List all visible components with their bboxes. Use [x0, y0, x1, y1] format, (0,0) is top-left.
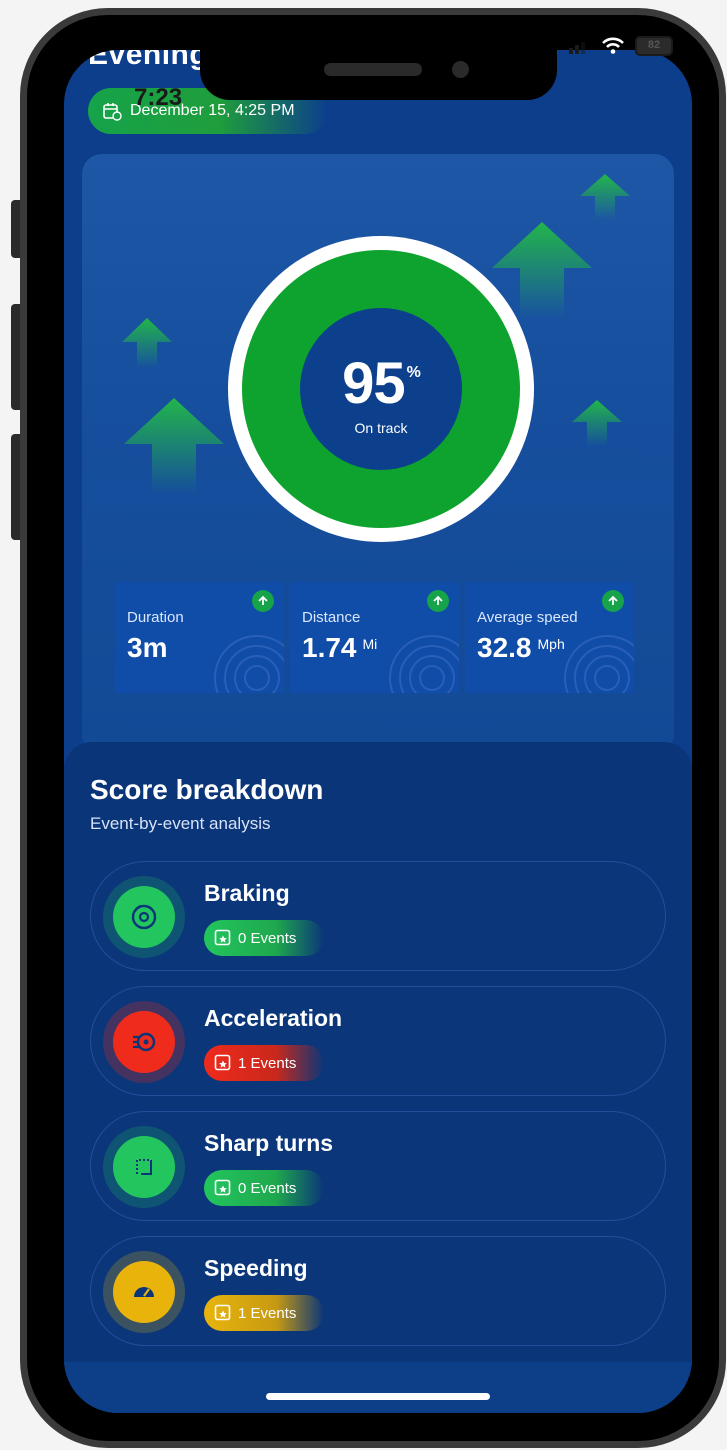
score-center: 95% On track — [300, 308, 462, 470]
up-arrow-icon — [122, 318, 172, 368]
score-progress: 95% On track — [242, 250, 520, 528]
wifi-icon — [602, 37, 624, 54]
breakdown-item-acceleration[interactable]: Acceleration 1 Events — [90, 986, 666, 1096]
trend-up-icon — [602, 590, 624, 612]
trend-up-icon — [252, 590, 274, 612]
score-value: 95% — [342, 351, 421, 416]
event-flag-icon — [214, 1054, 231, 1071]
item-name: Sharp turns — [204, 1130, 334, 1156]
status-time: 7:23 — [134, 84, 183, 111]
item-name: Acceleration — [204, 1005, 343, 1031]
stat-distance: Distance 1.74 Mi — [290, 582, 459, 693]
score-ring: 95% On track — [228, 236, 534, 542]
trend-up-icon — [427, 590, 449, 612]
battery-icon: 82 — [635, 36, 673, 56]
score-caption: On track — [354, 420, 408, 436]
brake-disc-icon — [113, 886, 175, 948]
breakdown-item-sharp-turns[interactable]: Sharp turns 0 Events — [90, 1111, 666, 1221]
breakdown-item-speeding[interactable]: Speeding 1 Events — [90, 1236, 666, 1346]
trip-stats: Duration 3m Distance 1.74 Mi Average spee… — [115, 582, 634, 693]
up-arrow-icon — [572, 400, 622, 446]
cellular-signal-icon — [569, 42, 585, 54]
score-card: 95% On track Duration 3m Distance 1.74 Mi — [82, 154, 674, 754]
event-flag-icon — [214, 1304, 231, 1321]
up-arrow-icon — [580, 174, 630, 220]
breakdown-item-braking[interactable]: Braking 0 Events — [90, 861, 666, 971]
icon-halo — [103, 1126, 185, 1208]
icon-halo — [103, 1001, 185, 1083]
stat-average-speed: Average speed 32.8 Mph — [465, 582, 634, 693]
item-name: Speeding — [204, 1255, 308, 1281]
app-screen: Evening December 15, 4:25 PM 7:23 95 % O… — [64, 50, 692, 1413]
home-indicator[interactable] — [266, 1393, 490, 1400]
events-badge: 1 Events — [204, 1045, 324, 1081]
breakdown-title: Score breakdown — [90, 774, 324, 805]
speaker-grille — [324, 63, 422, 76]
calendar-icon — [103, 103, 122, 121]
status-icons: 82 — [569, 36, 673, 56]
icon-halo — [103, 876, 185, 958]
icon-halo — [103, 1251, 185, 1333]
bottom-bar — [64, 1362, 692, 1413]
page-title: Evening — [88, 50, 209, 71]
front-camera — [452, 61, 469, 78]
events-badge: 0 Events — [204, 1170, 324, 1206]
score-breakdown-panel: Score breakdown Event-by-event analysis … — [64, 742, 692, 1362]
events-badge: 1 Events — [204, 1295, 324, 1331]
sharp-turn-icon — [113, 1136, 175, 1198]
speedometer-icon — [113, 1261, 175, 1323]
ripple-decoration-icon — [389, 635, 459, 693]
ripple-decoration-icon — [564, 635, 634, 693]
acceleration-icon — [113, 1011, 175, 1073]
events-badge: 0 Events — [204, 920, 324, 956]
phone-notch — [200, 40, 557, 100]
item-name: Braking — [204, 880, 290, 906]
breakdown-subtitle: Event-by-event analysis — [90, 814, 271, 833]
stat-duration: Duration 3m — [115, 582, 284, 693]
up-arrow-icon — [124, 398, 224, 494]
event-flag-icon — [214, 1179, 231, 1196]
ripple-decoration-icon — [214, 635, 284, 693]
event-flag-icon — [214, 929, 231, 946]
